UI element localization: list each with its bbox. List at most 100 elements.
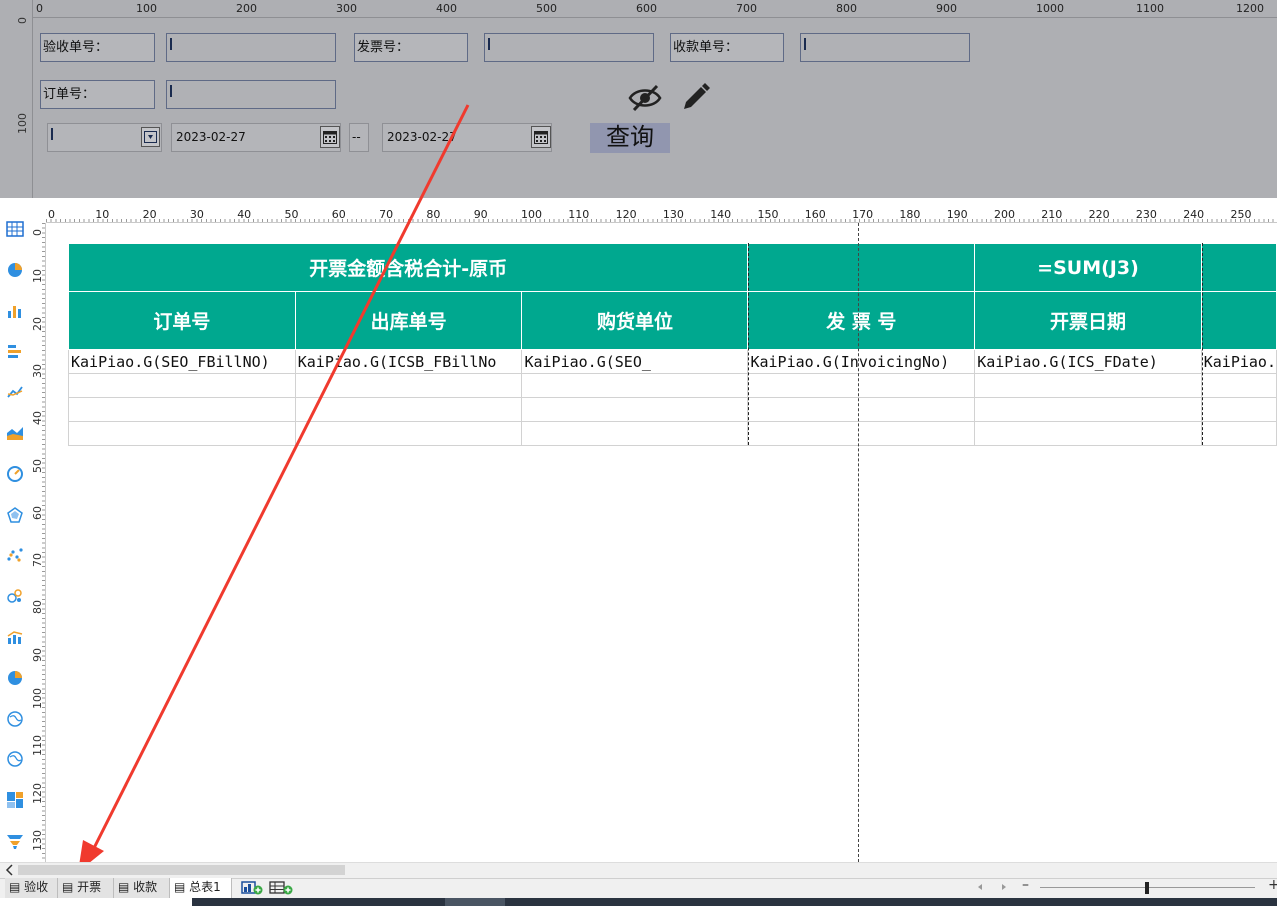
column-header[interactable]: 出库单号 <box>294 291 523 350</box>
data-cell[interactable]: KaiPiao. <box>1200 349 1277 374</box>
radar-icon[interactable] <box>6 506 24 524</box>
empty-cell[interactable] <box>68 397 296 422</box>
data-cell[interactable]: KaiPiao.G(SEO_ <box>521 349 749 374</box>
zoom-in-button[interactable]: + <box>1268 877 1277 893</box>
empty-cell[interactable] <box>747 397 976 422</box>
parameter-left-ruler <box>0 0 33 198</box>
scatter-icon[interactable] <box>6 546 24 564</box>
page-boundary-line <box>858 223 859 862</box>
dropdown-arrow-icon[interactable] <box>141 127 160 147</box>
ruler-tick-label: 60 <box>31 505 44 520</box>
ruler-tick-label: 500 <box>536 2 557 15</box>
pie-chart-icon[interactable] <box>6 261 24 279</box>
ruler-tick-label: 1000 <box>1036 2 1064 15</box>
column-header[interactable]: 开票日期 <box>974 291 1202 350</box>
acceptance-no-input[interactable] <box>166 33 336 62</box>
bar-chart-icon[interactable] <box>6 302 24 320</box>
map2-icon[interactable] <box>6 750 24 768</box>
zoom-out-button[interactable]: – <box>1022 877 1029 893</box>
empty-cell[interactable] <box>294 373 523 398</box>
zoom-slider-thumb[interactable] <box>1145 882 1149 894</box>
ruler-tick-label: 220 <box>1088 208 1110 221</box>
next-page-icon[interactable] <box>1000 883 1008 891</box>
area-chart-icon[interactable] <box>6 424 24 442</box>
ruler-tick-label: 40 <box>237 208 252 221</box>
map-icon[interactable] <box>6 710 24 728</box>
ruler-tick-label: 30 <box>189 208 204 221</box>
formula-cell[interactable]: =SUM(J3) <box>974 243 1202 292</box>
receipt-no-input[interactable] <box>800 33 970 62</box>
order-no-label: 订单号： <box>40 80 155 109</box>
ruler-tick-label: 0 <box>31 229 44 236</box>
ruler-tick-label: 140 <box>710 208 732 221</box>
data-cell[interactable]: KaiPiao.G(ICS_FDate) <box>974 349 1202 374</box>
empty-cell[interactable] <box>68 421 296 446</box>
ruler-tick-label: 800 <box>836 2 857 15</box>
ruler-tick-label: 240 <box>1183 208 1205 221</box>
sheet-tab-receipt[interactable]: ▤ 收款 <box>114 878 170 898</box>
taskbar-strip <box>192 898 1277 906</box>
empty-cell[interactable] <box>294 421 523 446</box>
add-report-icon[interactable] <box>269 881 293 895</box>
line-chart-icon[interactable] <box>6 383 24 401</box>
column-header[interactable]: 发 票 号 <box>747 291 976 350</box>
empty-title-cell[interactable] <box>747 243 976 292</box>
query-button[interactable]: 查询 <box>590 123 670 153</box>
data-cell[interactable]: KaiPiao.G(ICSB_FBillNo <box>294 349 523 374</box>
bubble-icon[interactable] <box>6 587 24 605</box>
merged-title-cell[interactable]: 开票金额含税合计-原币 <box>67 243 749 292</box>
empty-cell[interactable] <box>521 397 749 422</box>
combo-chart-icon[interactable] <box>6 628 24 646</box>
empty-cell[interactable] <box>68 373 296 398</box>
column-header[interactable]: 购货单位 <box>521 291 749 350</box>
empty-cell[interactable] <box>1200 397 1277 422</box>
start-date-input[interactable]: 2023-02-27 <box>171 123 341 152</box>
start-calendar-icon[interactable] <box>320 126 340 148</box>
empty-cell[interactable] <box>294 397 523 422</box>
empty-cell[interactable] <box>974 421 1202 446</box>
empty-cell[interactable] <box>974 373 1202 398</box>
empty-cell[interactable] <box>974 397 1202 422</box>
empty-cell[interactable] <box>747 421 976 446</box>
sheet-tab-summary[interactable]: ▤ 总表1 <box>170 878 232 898</box>
data-cell[interactable]: KaiPiao.G(InvoicingNo) <box>747 349 976 374</box>
sheet-tab-invoicing[interactable]: ▤ 开票 <box>58 878 114 898</box>
ruler-tick-label: 90 <box>473 208 488 221</box>
empty-cell[interactable] <box>747 373 976 398</box>
column-header[interactable] <box>1200 291 1277 350</box>
gauge-icon[interactable] <box>6 465 24 483</box>
empty-cell[interactable] <box>521 421 749 446</box>
data-cell[interactable]: KaiPiao.G(SEO_FBillNO) <box>68 349 296 374</box>
empty-cell[interactable] <box>521 373 749 398</box>
treemap-icon[interactable] <box>6 791 24 809</box>
ruler-tick-label: 230 <box>1135 208 1157 221</box>
pencil-icon[interactable] <box>679 82 711 114</box>
ruler-tick-label: 50 <box>284 208 299 221</box>
ruler-tick-label: 180 <box>899 208 921 221</box>
sheet-tab-acceptance[interactable]: ▤ 验收 <box>5 878 58 898</box>
end-calendar-icon[interactable] <box>531 126 551 148</box>
ruler-tick-label: 600 <box>636 2 657 15</box>
empty-title-cell[interactable] <box>1200 243 1277 292</box>
empty-cell[interactable] <box>1200 421 1277 446</box>
report-grid[interactable]: 开票金额含税合计-原币 =SUM(J3) 订单号 出库单号 购货单位 发 票 号… <box>67 243 1277 446</box>
column-header[interactable]: 订单号 <box>68 291 296 350</box>
prev-page-icon[interactable] <box>976 883 984 891</box>
end-date-input[interactable]: 2023-02-27 <box>382 123 552 152</box>
invoice-no-input[interactable] <box>484 33 654 62</box>
add-dashboard-icon[interactable] <box>241 881 263 895</box>
scrollbar-thumb[interactable] <box>18 865 345 875</box>
order-no-input[interactable] <box>166 80 336 109</box>
ruler-tick-label: 0 <box>48 208 55 221</box>
ruler-tick-label: 400 <box>436 2 457 15</box>
ruler-tick-label: 120 <box>31 782 44 804</box>
scroll-left-icon[interactable] <box>5 864 15 876</box>
table-icon[interactable] <box>6 220 24 238</box>
ruler-tick-label: 700 <box>736 2 757 15</box>
horizontal-bar-icon[interactable] <box>6 342 24 360</box>
empty-cell[interactable] <box>1200 373 1277 398</box>
eye-slash-icon[interactable] <box>627 82 663 114</box>
donut-icon[interactable] <box>6 669 24 687</box>
ruler-tick-label: 70 <box>31 553 44 568</box>
funnel-icon[interactable] <box>6 832 24 850</box>
